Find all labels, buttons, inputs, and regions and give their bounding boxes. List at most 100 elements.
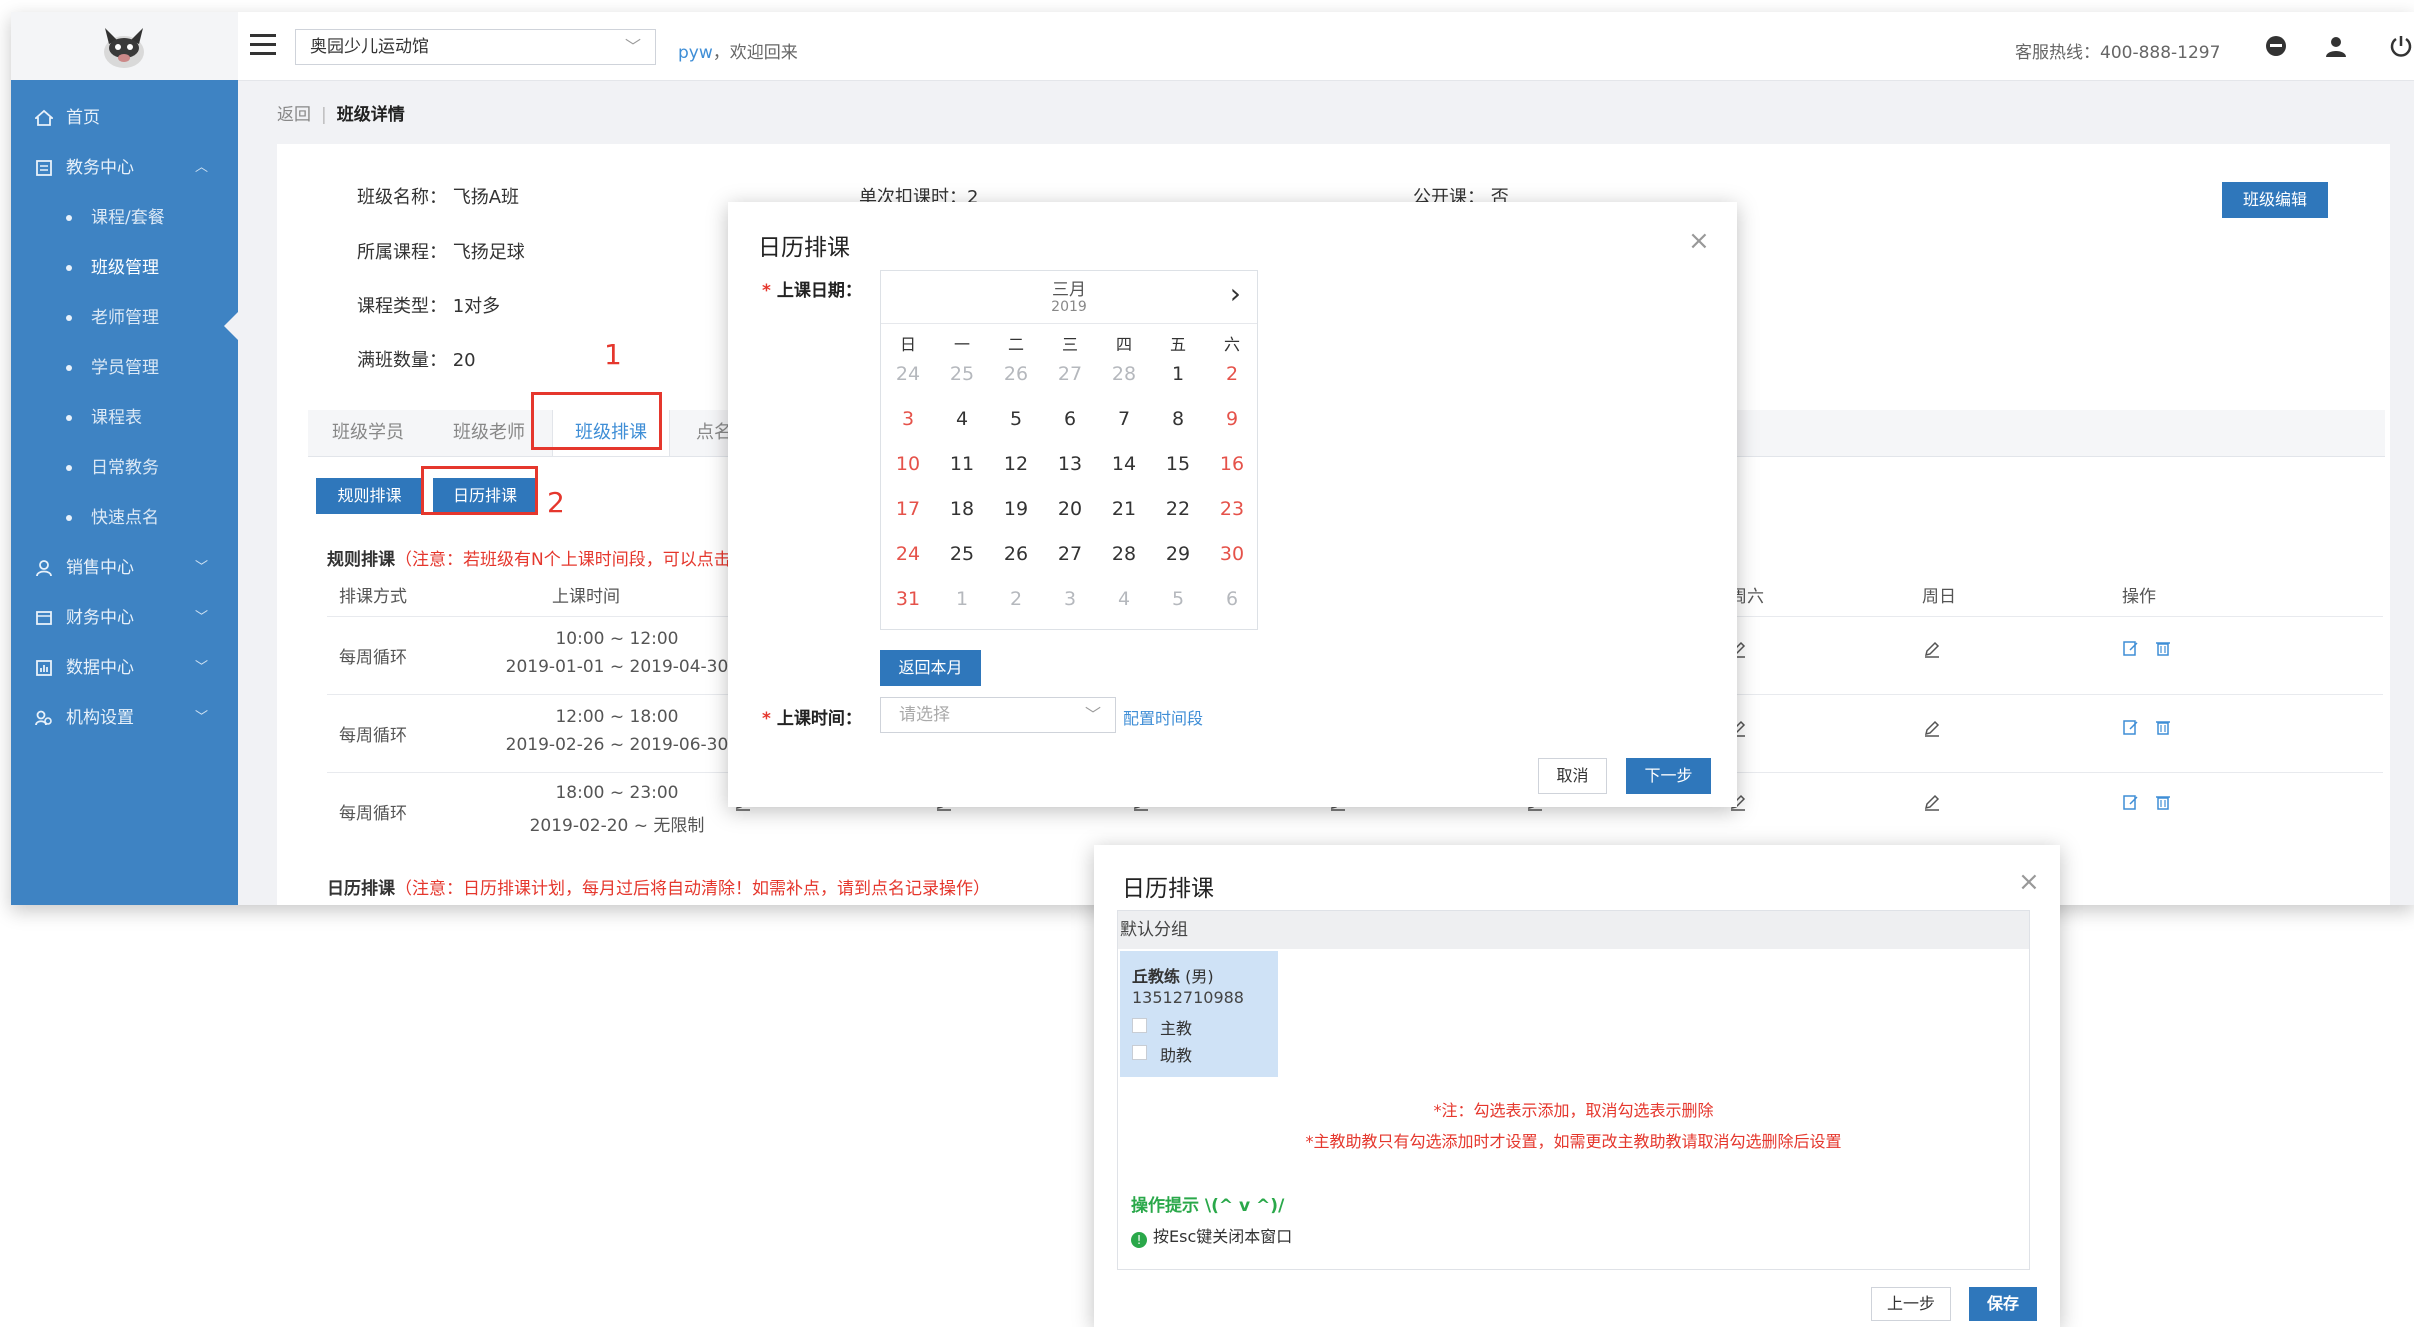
calendar-day[interactable]: 15 [1151, 453, 1205, 475]
calendar-day[interactable]: 27 [1043, 363, 1097, 385]
calendar-day[interactable]: 26 [989, 543, 1043, 565]
calendar-day[interactable]: 8 [1151, 408, 1205, 430]
calendar-day[interactable]: 25 [935, 363, 989, 385]
calendar-day[interactable]: 26 [989, 363, 1043, 385]
tab-students[interactable]: 班级学员 [332, 410, 404, 456]
sidebar-item-sales[interactable]: 销售中心 ﹀ [11, 544, 238, 592]
calendar-day[interactable]: 27 [1043, 543, 1097, 565]
sidebar-subitem-timetable[interactable]: 课程表 [11, 394, 238, 442]
sidebar-item-org[interactable]: 机构设置 ﹀ [11, 694, 238, 742]
back-to-current-month-button[interactable]: 返回本月 [880, 650, 981, 686]
calendar-day[interactable]: 1 [1151, 363, 1205, 385]
calendar-day[interactable]: 3 [881, 408, 935, 430]
close-icon[interactable]: × [2018, 869, 2040, 895]
finance-icon [36, 611, 52, 625]
tab-teachers[interactable]: 班级老师 [453, 410, 525, 456]
config-time-slot-link[interactable]: 配置时间段 [1123, 705, 1203, 729]
row-mode: 每周循环 [339, 726, 407, 746]
calendar-day[interactable]: 25 [935, 543, 989, 565]
calendar-day[interactable]: 12 [989, 453, 1043, 475]
calendar-day[interactable]: 6 [1043, 408, 1097, 430]
prev-step-button[interactable]: 上一步 [1871, 1287, 1951, 1321]
time-label-text: 上课时间： [776, 709, 862, 729]
power-icon[interactable] [2389, 34, 2413, 58]
trash-icon[interactable] [2154, 793, 2172, 811]
assistant-coach-checkbox[interactable] [1132, 1045, 1147, 1060]
sidebar-subitem-daily[interactable]: 日常教务 [11, 444, 238, 492]
trash-icon[interactable] [2154, 718, 2172, 736]
user-icon[interactable] [2324, 34, 2348, 58]
calendar-day[interactable]: 29 [1151, 543, 1205, 565]
chevron-down-icon: ﹀ [194, 710, 208, 725]
calendar-day[interactable]: 21 [1097, 498, 1151, 520]
trash-icon[interactable] [2154, 639, 2172, 657]
edit-icon[interactable] [2122, 718, 2140, 736]
calendar-day[interactable]: 7 [1097, 408, 1151, 430]
edit-icon[interactable] [2122, 639, 2140, 657]
head-coach-label: 主教 [1160, 1019, 1193, 1038]
calendar-day[interactable]: 5 [1151, 588, 1205, 610]
calendar-day[interactable]: 16 [1205, 453, 1259, 475]
row-mode: 每周循环 [339, 648, 407, 668]
save-button[interactable]: 保存 [1969, 1287, 2037, 1321]
calendar-day[interactable]: 4 [1097, 588, 1151, 610]
calendar-day[interactable]: 5 [989, 408, 1043, 430]
calendar-divider [881, 323, 1257, 324]
calendar-day[interactable]: 30 [1205, 543, 1259, 565]
sidebar-subitem-rollcall[interactable]: 快速点名 [11, 494, 238, 542]
calendar-day[interactable]: 13 [1043, 453, 1097, 475]
calendar-day[interactable]: 31 [881, 588, 935, 610]
calendar-day[interactable]: 2 [1205, 363, 1259, 385]
edit-icon[interactable] [2122, 793, 2140, 811]
sidebar-subitem-teacher[interactable]: 老师管理 [11, 294, 238, 342]
calendar-day[interactable]: 6 [1205, 588, 1259, 610]
calendar-day[interactable]: 2 [989, 588, 1043, 610]
sidebar-item-data[interactable]: 数据中心 ﹀ [11, 644, 238, 692]
weekday-label: 二 [1007, 335, 1024, 354]
calendar-day[interactable]: 23 [1205, 498, 1259, 520]
sidebar-subitem-label: 日常教务 [91, 458, 159, 478]
calendar-day[interactable]: 19 [989, 498, 1043, 520]
calendar-day[interactable]: 28 [1097, 363, 1151, 385]
close-icon[interactable]: × [1688, 228, 1710, 254]
calendar-day[interactable]: 28 [1097, 543, 1151, 565]
calendar-day[interactable]: 24 [881, 543, 935, 565]
sidebar-subitem-student[interactable]: 学员管理 [11, 344, 238, 392]
next-month-icon[interactable]: › [1230, 277, 1241, 310]
back-link[interactable]: 返回 [277, 105, 311, 125]
head-coach-checkbox[interactable] [1132, 1018, 1147, 1033]
menu-toggle-icon[interactable] [250, 34, 276, 56]
username-link[interactable]: pyw [678, 43, 713, 63]
sidebar-subitem-class[interactable]: 班级管理 [11, 244, 238, 292]
calendar-day[interactable]: 24 [881, 363, 935, 385]
bullet-icon [66, 365, 72, 371]
calendar-day[interactable]: 20 [1043, 498, 1097, 520]
cancel-button[interactable]: 取消 [1538, 758, 1607, 794]
class-edit-button[interactable]: 班级编辑 [2222, 182, 2328, 218]
pencil-icon[interactable] [1923, 719, 1941, 737]
rule-schedule-button[interactable]: 规则排课 [316, 478, 423, 514]
pencil-icon[interactable] [1923, 640, 1941, 658]
calendar-day[interactable]: 22 [1151, 498, 1205, 520]
time-slot-select[interactable]: 请选择 ﹀ [880, 697, 1116, 733]
calendar-day[interactable]: 14 [1097, 453, 1151, 475]
sidebar-item-teaching[interactable]: 教务中心 ︿ [11, 144, 238, 192]
sidebar-item-finance[interactable]: 财务中心 ﹀ [11, 594, 238, 642]
coach-card[interactable]: 丘教练 (男) 13512710988 主教 助教 [1120, 951, 1278, 1077]
calendar-schedule-dialog: 日历排课 × * 上课日期： 三月 2019 › 日一二三四五六 24 25 26 27… [728, 202, 1737, 807]
calendar-day[interactable]: 1 [935, 588, 989, 610]
calendar-day[interactable]: 18 [935, 498, 989, 520]
message-icon[interactable] [2264, 34, 2288, 58]
pencil-icon[interactable] [1923, 793, 1941, 811]
calendar-day[interactable]: 3 [1043, 588, 1097, 610]
sidebar-subitem-course[interactable]: 课程/套餐 [11, 194, 238, 242]
calendar-day[interactable]: 10 [881, 453, 935, 475]
calendar-day[interactable]: 9 [1205, 408, 1259, 430]
calendar-day[interactable]: 17 [881, 498, 935, 520]
calendar-day[interactable]: 4 [935, 408, 989, 430]
next-step-button[interactable]: 下一步 [1626, 758, 1711, 794]
venue-select[interactable]: 奥园少儿运动馆 ﹀ [295, 29, 656, 65]
sidebar-item-home[interactable]: 首页 [11, 94, 238, 142]
tab-rollcall[interactable]: 点名 [696, 410, 732, 456]
calendar-day[interactable]: 11 [935, 453, 989, 475]
